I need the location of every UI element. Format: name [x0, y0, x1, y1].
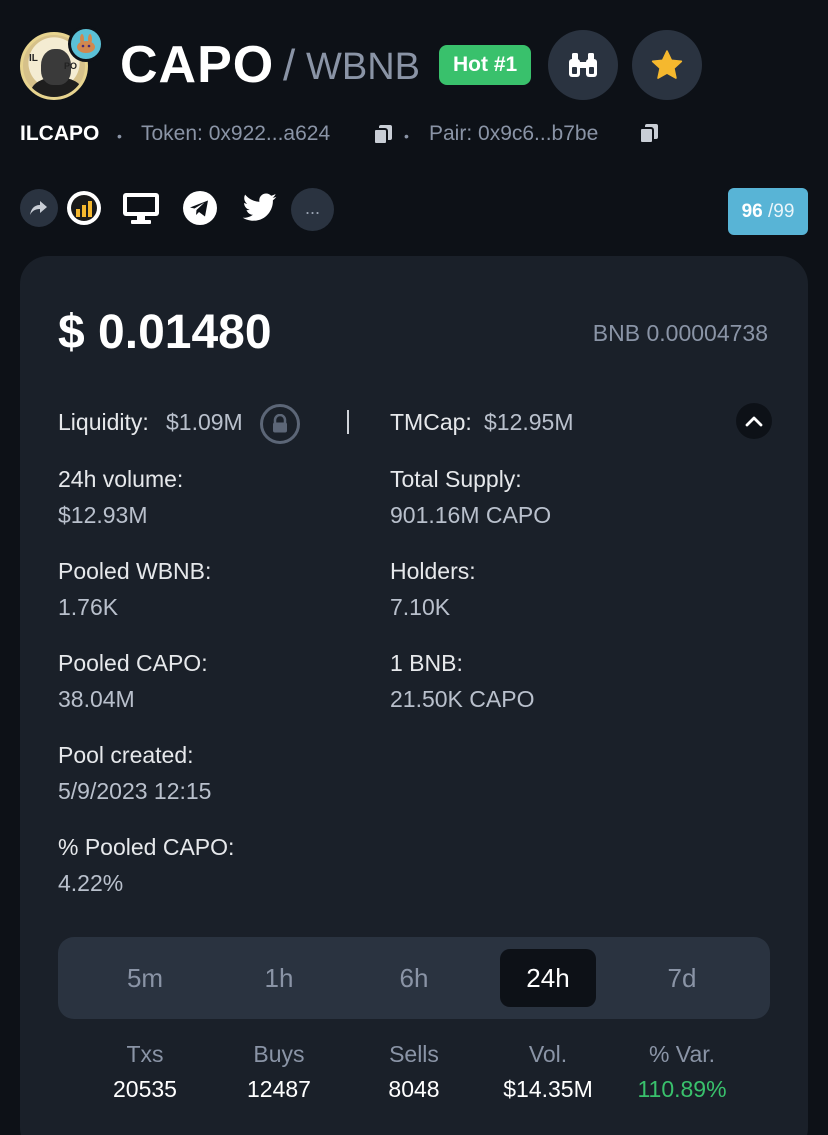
- share-icon: [30, 201, 47, 215]
- liquidity-label: Liquidity:: [58, 409, 149, 435]
- share-button[interactable]: [20, 189, 58, 227]
- copy-icon: [373, 125, 392, 145]
- holders-value: 7.10K: [390, 594, 451, 620]
- score-max: /99: [768, 201, 795, 222]
- buys-value: 12487: [247, 1076, 311, 1102]
- copy-icon: [639, 124, 658, 144]
- copy-pair-button[interactable]: [638, 122, 660, 149]
- price-bnb: BNB 0.00004738: [592, 320, 768, 346]
- sells-header: Sells: [389, 1041, 439, 1067]
- price-usd: $ 0.01480: [58, 306, 272, 359]
- binoculars-button[interactable]: [548, 30, 618, 100]
- website-button[interactable]: [120, 189, 162, 227]
- hot-badge[interactable]: Hot #1: [439, 45, 532, 85]
- pair-address: Pair: 0x9c6...b7be: [429, 122, 599, 145]
- token-name: ILCAPO: [20, 122, 100, 145]
- tab-6h[interactable]: 6h: [366, 949, 462, 1007]
- score-value: 96: [741, 201, 763, 222]
- buys-header: Buys: [253, 1041, 305, 1067]
- variation-header: % Var.: [648, 1041, 716, 1067]
- percent-pooled-value: 4.22%: [58, 870, 124, 896]
- stats-divider: [347, 410, 349, 434]
- percent-pooled-label: % Pooled CAPO:: [58, 834, 235, 860]
- bnb-rate-label: 1 BNB:: [390, 650, 463, 676]
- tab-1h[interactable]: 1h: [231, 949, 327, 1007]
- binoculars-icon: [569, 53, 597, 77]
- variation-value: 110.89%: [637, 1076, 727, 1102]
- star-icon: [651, 50, 683, 79]
- twitter-icon: [242, 193, 277, 221]
- pool-created-label: Pool created:: [58, 742, 194, 768]
- score-badge[interactable]: 96 /99: [728, 188, 808, 235]
- pooled-capo-value: 38.04M: [58, 686, 135, 712]
- separator-dot: •: [117, 128, 122, 144]
- favorite-button[interactable]: [632, 30, 702, 100]
- telegram-icon: [183, 191, 217, 225]
- holders-label: Holders:: [390, 558, 476, 584]
- txs-header: Txs: [126, 1041, 164, 1067]
- telegram-button[interactable]: [181, 189, 219, 227]
- token-symbol: CAPO: [120, 36, 275, 94]
- total-supply-label: Total Supply:: [390, 466, 522, 492]
- token-address: Token: 0x922...a624: [141, 122, 331, 145]
- collapse-button[interactable]: [736, 403, 772, 439]
- tab-5m[interactable]: 5m: [97, 949, 193, 1007]
- volume-value: $14.35M: [503, 1076, 593, 1102]
- pooled-wbnb-label: Pooled WBNB:: [58, 558, 212, 584]
- bnb-rate-value: 21.50K CAPO: [390, 686, 535, 712]
- liquidity-value: $1.09M: [166, 409, 243, 435]
- pair-separator: /: [283, 41, 296, 90]
- tab-7d[interactable]: 7d: [634, 949, 730, 1007]
- separator-dot: •: [404, 128, 409, 144]
- lock-icon: [273, 414, 287, 433]
- chart-link-button[interactable]: [65, 189, 103, 227]
- sells-value: 8048: [388, 1076, 440, 1102]
- tab-24h[interactable]: 24h: [500, 949, 596, 1007]
- copy-token-button[interactable]: [372, 123, 394, 150]
- more-links-button[interactable]: ...: [291, 188, 334, 231]
- volume-24h-value: $12.93M: [58, 502, 148, 528]
- tmcap-label: TMCap:: [390, 409, 472, 435]
- pooled-wbnb-value: 1.76K: [58, 594, 119, 620]
- pancakeswap-icon: [68, 26, 104, 62]
- website-icon: [123, 193, 159, 224]
- avatar-text: PO: [63, 61, 77, 71]
- pool-created-value: 5/9/2023 12:15: [58, 778, 212, 804]
- quote-symbol: WBNB: [306, 46, 420, 88]
- tmcap-value: $12.95M: [484, 409, 574, 435]
- chevron-up-icon: [745, 416, 763, 427]
- volume-24h-label: 24h volume:: [58, 466, 184, 492]
- txs-value: 20535: [113, 1076, 177, 1102]
- chart-logo-icon: [67, 191, 101, 225]
- avatar-text: IL: [29, 53, 38, 64]
- twitter-button[interactable]: [240, 189, 280, 227]
- liquidity-lock-button[interactable]: [260, 404, 300, 444]
- total-supply-value: 901.16M CAPO: [390, 502, 552, 528]
- pooled-capo-label: Pooled CAPO:: [58, 650, 208, 676]
- volume-header: Vol.: [528, 1041, 568, 1067]
